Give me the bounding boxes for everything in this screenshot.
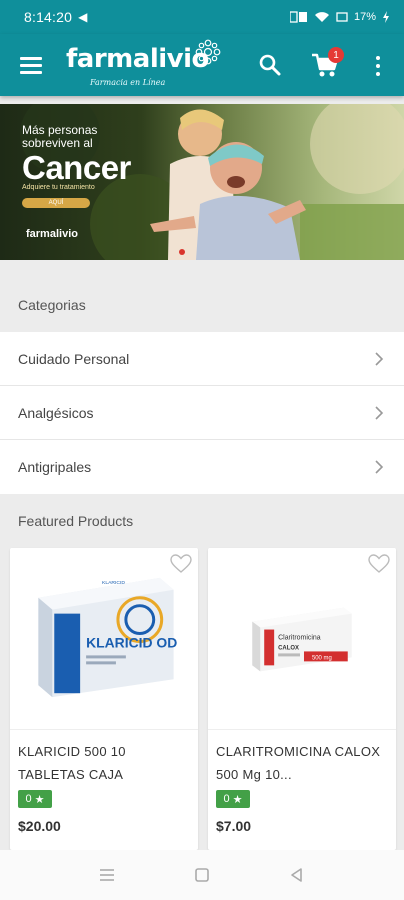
- chevron-right-icon: [375, 405, 384, 420]
- app-bar: farmalivio Farmacia en Línea 1: [0, 34, 404, 96]
- chevron-right-icon: [375, 351, 384, 366]
- back-button[interactable]: [282, 860, 312, 890]
- chevron-right-icon: [375, 460, 384, 474]
- product-card[interactable]: KLARICID OD KLARICID KLARICID 500 10 TAB…: [10, 548, 198, 850]
- product-card[interactable]: Claritromicina CALOX 500 mg CLARITROMICI…: [208, 548, 396, 850]
- banner-headline: Cancer: [22, 149, 131, 186]
- home-button[interactable]: [187, 860, 217, 890]
- category-item-antigripales[interactable]: Antigripales: [0, 440, 404, 494]
- product-name: KLARICID 500 10 TABLETAS CAJA: [18, 744, 126, 782]
- menu-button[interactable]: [14, 50, 48, 80]
- product-image: Claritromicina CALOX 500 mg: [208, 548, 396, 730]
- banner-subline: Adquiere tu tratamiento: [22, 184, 95, 191]
- wifi-icon: [314, 12, 329, 22]
- category-list: Cuidado Personal Analgésicos Antigripale…: [0, 332, 404, 494]
- battery-text: 17%: [353, 11, 376, 23]
- category-label: Cuidado Personal: [18, 350, 130, 367]
- box-brand: CALOX: [278, 645, 299, 651]
- cart-button[interactable]: 1: [310, 47, 344, 81]
- menu-line: [20, 56, 42, 60]
- more-dot: [376, 56, 380, 60]
- menu-line: [20, 63, 42, 67]
- heart-icon[interactable]: [368, 554, 390, 574]
- promo-banner[interactable]: Más personas sobreviven al Cancer Adquie…: [0, 104, 404, 260]
- logo-dots-icon: [195, 39, 221, 65]
- status-icons: 17%: [289, 11, 390, 23]
- search-icon: [259, 54, 281, 76]
- featured-products-header: Featured Products: [0, 494, 404, 548]
- recent-apps-button[interactable]: [92, 860, 122, 890]
- search-button[interactable]: [256, 51, 284, 79]
- heart-icon[interactable]: [170, 554, 192, 574]
- more-dot: [376, 64, 380, 68]
- banner-cta-button[interactable]: AQUÍ: [22, 198, 90, 208]
- farmalivio-logo[interactable]: farmalivio Farmacia en Línea: [66, 39, 226, 94]
- product-price: $7.00: [216, 818, 252, 834]
- rating-value: 0: [223, 793, 230, 805]
- category-item-cuidado-personal[interactable]: Cuidado Personal: [0, 332, 404, 386]
- screen-icon: [336, 12, 348, 22]
- category-label: Analgésicos: [18, 404, 94, 421]
- more-dot: [376, 72, 380, 76]
- cart-count-badge: 1: [328, 47, 344, 63]
- back-icon: [290, 868, 302, 882]
- send-icon: ◀: [78, 10, 88, 24]
- charging-icon: [383, 11, 389, 23]
- system-nav-bar: [0, 850, 404, 900]
- box-label: Claritromicina: [278, 634, 321, 641]
- box-dose: 500 mg: [312, 655, 332, 661]
- box-top-label: KLARICID: [102, 580, 125, 586]
- banner-copy: Más personas sobreviven al Cancer Adquie…: [22, 124, 162, 209]
- product-grid: KLARICID OD KLARICID KLARICID 500 10 TAB…: [0, 548, 404, 850]
- rating-badge: 0 ★: [216, 790, 250, 808]
- recent-apps-icon: [100, 869, 115, 881]
- product-image: KLARICID OD KLARICID: [10, 548, 198, 730]
- product-price: $20.00: [18, 818, 61, 834]
- product-name: CLARITROMICINA CALOX 500 Mg 10...: [216, 744, 381, 782]
- logo-tagline: Farmacia en Línea: [90, 78, 166, 87]
- menu-line: [20, 70, 42, 74]
- star-icon: ★: [34, 793, 45, 806]
- category-item-analgesicos[interactable]: Analgésicos: [0, 386, 404, 440]
- banner-brand: farmalivio: [26, 228, 78, 240]
- box-label: KLARICID OD: [86, 634, 177, 650]
- status-bar: 8:14:20 ◀ 17%: [0, 0, 404, 34]
- data-saver-icon: [289, 11, 307, 23]
- status-time: 8:14:20: [24, 9, 73, 25]
- star-icon: ★: [232, 793, 243, 806]
- rating-badge: 0 ★: [18, 790, 52, 808]
- category-label: Antigripales: [18, 459, 92, 475]
- more-options-button[interactable]: [368, 52, 388, 80]
- home-icon: [195, 868, 209, 882]
- rating-value: 0: [25, 793, 32, 805]
- carousel-indicator: [179, 249, 185, 255]
- categories-header: Categorias: [0, 278, 404, 332]
- logo-text: farmalivio: [66, 44, 209, 74]
